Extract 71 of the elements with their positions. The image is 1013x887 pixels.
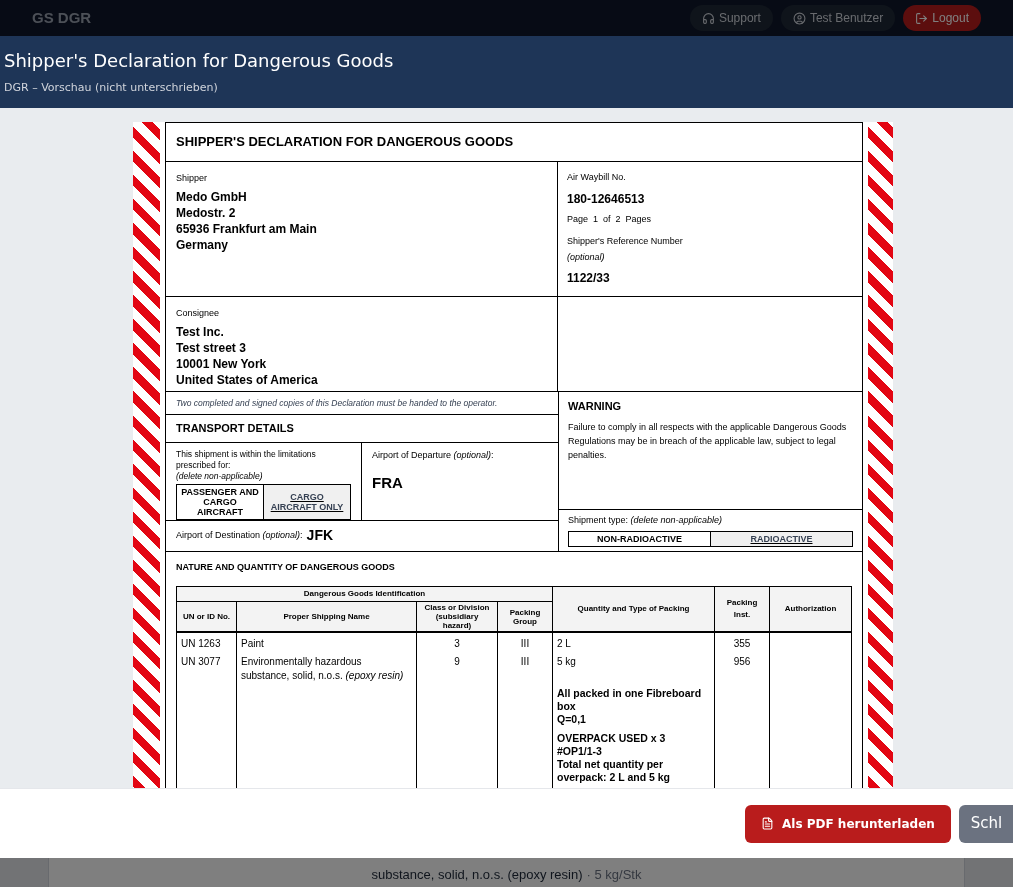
table-cell: 956 xyxy=(733,656,751,668)
table-cell: 3 xyxy=(454,638,460,650)
table-cell: UN 3077 xyxy=(181,656,221,668)
logout-icon xyxy=(915,11,929,25)
address-line: Medo GmbH xyxy=(176,189,248,205)
warning-heading: WARNING xyxy=(568,398,623,414)
option-cell: PASSENGER AND CARGO AIRCRAFT xyxy=(177,484,263,519)
address-line: Germany xyxy=(176,237,230,253)
table-cell: III xyxy=(520,656,530,668)
packing-note: All packed in one Fibreboard box xyxy=(557,687,703,714)
field-label: Airport of Departure (optional): xyxy=(372,448,495,462)
item-text: substance, solid, n.o.s. (epoxy resin) xyxy=(371,866,583,884)
column-header: Class or Division (subsidiary hazard) xyxy=(416,601,498,633)
table-cell: Environmentally hazardous substance, solid, n.o.s. (epoxy resin) xyxy=(241,656,404,682)
packing-note: Total net quantity per overpack: 2 L and 5 kg xyxy=(557,758,672,785)
address-line: 65936 Frankfurt am Main xyxy=(176,221,318,237)
reference-number: 1122/33 xyxy=(567,269,611,287)
option-cell: NON-RADIOACTIVE xyxy=(569,531,710,546)
field-label: Air Waybill No. xyxy=(567,170,627,184)
column-header: Proper Shipping Name xyxy=(236,601,417,633)
nav-button[interactable]: Logout xyxy=(903,5,981,31)
brand-name: GS DGR xyxy=(32,7,92,28)
field-label: Shipper xyxy=(176,171,209,185)
table-cell: III xyxy=(520,638,530,650)
modal-title: Shipper's Declaration for Dangerous Goods xyxy=(4,49,395,74)
headphones-icon xyxy=(701,11,715,25)
address-line: Medostr. 2 xyxy=(176,205,237,221)
modal-subtitle: DGR – Vorschau (nicht unterschrieben) xyxy=(4,80,219,97)
option-cell: RADIOACTIVE xyxy=(711,531,852,546)
column-header: UN or ID No. xyxy=(176,601,237,633)
packing-note: #OP1/1-3 xyxy=(557,745,603,759)
waybill-number: 180-12646513 xyxy=(567,191,646,208)
pdf-file-icon xyxy=(761,817,774,830)
column-header: Quantity and Type of Packing xyxy=(552,586,715,633)
airport-code: FRA xyxy=(372,473,404,494)
table-cell: 355 xyxy=(733,638,751,650)
table-cell: Paint xyxy=(241,638,264,650)
close-button[interactable]: Schl xyxy=(958,804,1013,843)
limitation-text: This shipment is within the limitations prescribed for: xyxy=(176,448,317,471)
address-line: Test Inc. xyxy=(176,324,225,340)
address-line: 10001 New York xyxy=(176,356,268,372)
field-label: Shipment type: (delete non-applicable) xyxy=(568,514,724,528)
airport-code: JFK xyxy=(306,526,334,546)
table-cell: 2 L xyxy=(557,638,571,650)
nav-button[interactable]: Support xyxy=(689,5,773,31)
column-header: Authorization xyxy=(769,586,852,633)
user-icon xyxy=(792,11,806,25)
address-line: Test street 3 xyxy=(176,340,247,356)
option-cell: CARGO AIRCRAFT ONLY xyxy=(264,484,350,519)
field-hint: (optional) xyxy=(567,251,606,264)
packing-note: Q=0,1 xyxy=(557,713,587,727)
download-pdf-button[interactable]: Als PDF herunterladen xyxy=(745,804,951,843)
table-cell: 5 kg xyxy=(557,656,576,668)
table-cell: 9 xyxy=(454,656,460,668)
section-heading: TRANSPORT DETAILS xyxy=(166,415,558,443)
document-title: SHIPPER'S DECLARATION FOR DANGEROUS GOODS xyxy=(166,123,862,162)
column-group-header: Dangerous Goods Identification xyxy=(176,586,553,602)
field-label: Airport of Destination (optional): xyxy=(176,529,303,542)
address-line: United States of America xyxy=(176,372,319,388)
nav-button[interactable]: Test Benutzer xyxy=(780,5,896,31)
packing-note: OVERPACK USED x 3 xyxy=(557,732,667,746)
table-cell: UN 1263 xyxy=(181,638,221,650)
section-heading: NATURE AND QUANTITY OF DANGEROUS GOODS xyxy=(176,560,396,574)
item-detail: · 5 kg/Stk xyxy=(586,866,642,884)
warning-text: Failure to comply in all respects with the applicable Dangerous Goods Regulations may be in breach of the applicable law, subject to legal penalties. xyxy=(568,421,848,462)
field-hint: (delete non-applicable) xyxy=(176,470,264,482)
field-label: Shipper's Reference Number xyxy=(567,234,684,248)
notice-text: Two completed and signed copies of this Declaration must be handed to the operator. xyxy=(166,391,558,416)
column-header: Packing Inst. xyxy=(714,586,770,633)
page-count: Page 1 of 2 Pages xyxy=(567,213,653,226)
field-label: Consignee xyxy=(176,306,221,320)
